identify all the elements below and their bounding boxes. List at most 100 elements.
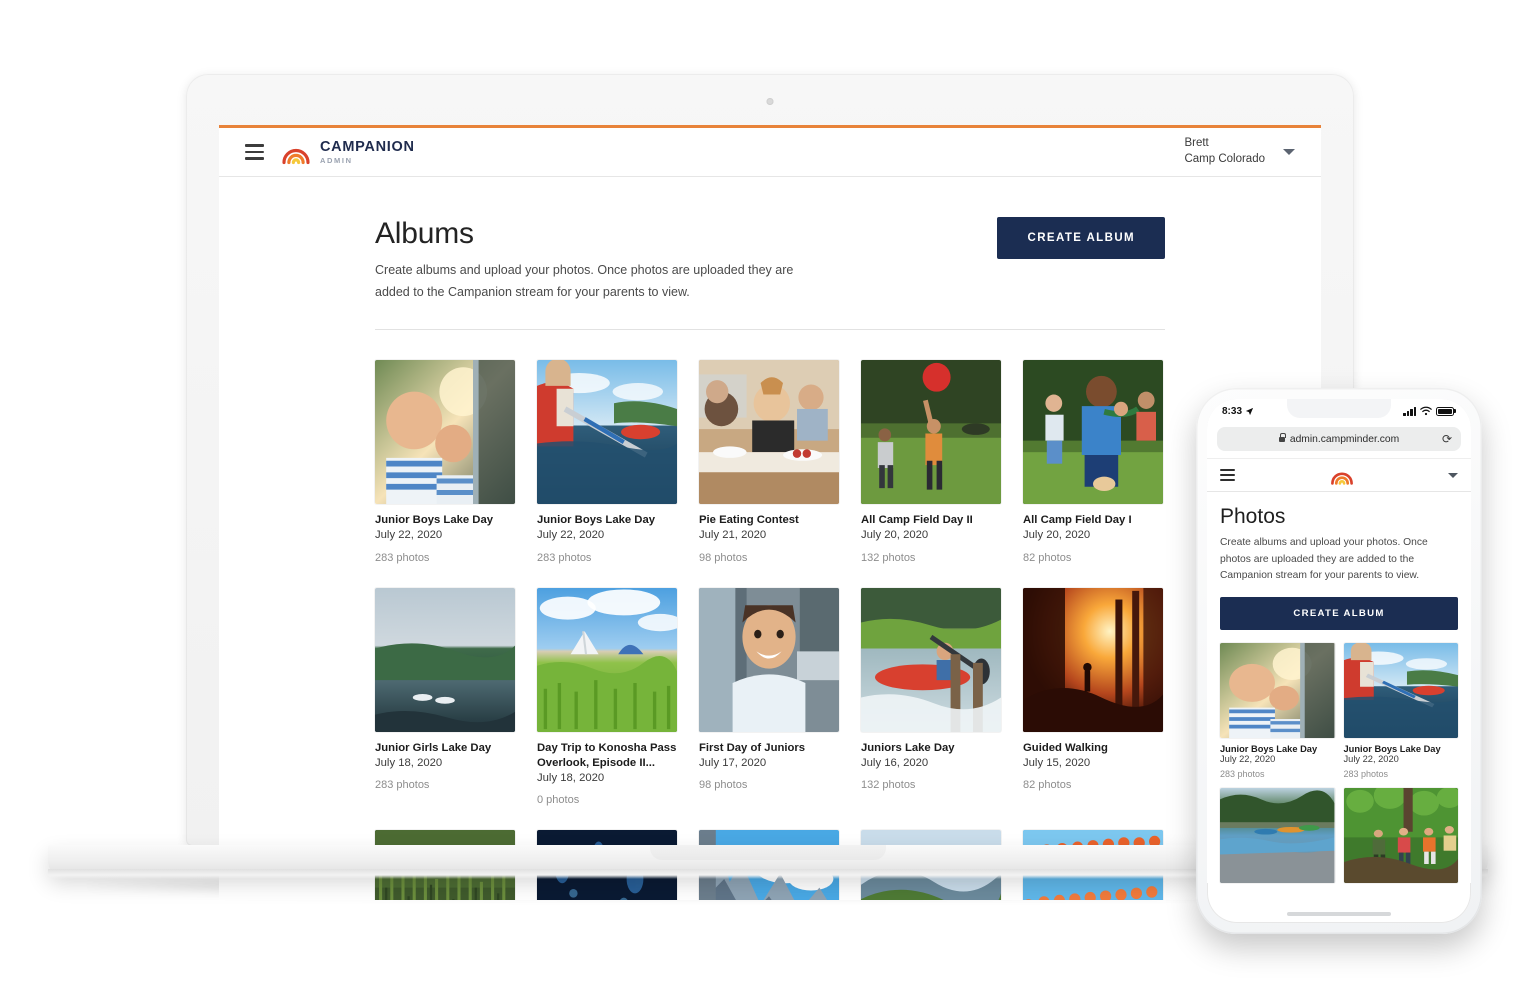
album-photo-count: 283 photos [375,551,430,564]
album-thumbnail[interactable] [1343,788,1458,884]
album-card[interactable]: First Day of Juniors July 17, 2020 98 phot… [699,587,839,807]
user-name: Brett [1184,137,1209,150]
phone-page-description: Create albums and upload your photos. On… [1220,537,1428,582]
album-thumbnail[interactable] [1023,587,1163,732]
album-title: All Camp Field Day I [1023,514,1132,526]
album-date: July 17, 2020 [699,756,767,769]
album-photo-count: 98 photos [699,551,748,564]
album-thumbnail[interactable] [1343,643,1458,739]
phone-screen: 8:33 admin.campminder.com ⟳ Photos Creat… [1207,399,1471,923]
album-thumbnail[interactable] [861,587,1001,732]
wifi-icon [1420,406,1433,416]
album-title: Junior Boys Lake Day [537,514,656,526]
phone-home-indicator [1287,912,1391,916]
album-date: July 22, 2020 [1343,754,1399,765]
album-title: Junior Boys Lake Day [375,514,494,526]
phone-address-field[interactable]: admin.campminder.com ⟳ [1217,427,1461,451]
album-title: Junior Boys Lake Day [1220,744,1318,755]
phone-albums-grid: Junior Boys Lake Day July 22, 2020 283 pho… [1207,630,1471,884]
album-card[interactable]: Junior Boys Lake Day July 22, 2020 283 pho… [537,360,677,564]
album-card[interactable]: Pie Eating Contest July 21, 2020 98 photos [699,360,839,564]
album-date: July 22, 2020 [537,528,605,541]
album-thumbnail[interactable] [1220,643,1335,739]
albums-grid: Junior Boys Lake Day July 22, 2020 283 pho… [375,330,1165,900]
phone-page-title: Photos [1220,505,1286,528]
album-card[interactable]: All Camp Field Day II July 20, 2020 132 ph… [861,360,1001,564]
album-thumbnail[interactable] [1023,360,1163,504]
album-thumbnail[interactable] [537,587,677,732]
page-header-text: Albums Create albums and upload your pho… [375,217,805,303]
navbar-right-group[interactable]: Brett Camp Colorado [1184,136,1295,167]
battery-full-icon [1436,406,1456,416]
album-card[interactable]: Day Trip to Konosha Pass Overlook, Episo… [537,587,677,806]
phone-device: 8:33 admin.campminder.com ⟳ Photos Creat… [1196,388,1482,934]
album-card[interactable]: Junior Boys Lake Day July 22, 2020 283 pho… [375,360,515,564]
phone-album-card[interactable] [1343,788,1458,884]
reload-icon[interactable]: ⟳ [1442,432,1452,446]
phone-album-card[interactable]: Junior Boys Lake Day July 22, 2020 283 pho… [1343,643,1458,780]
create-album-button[interactable]: CREATE ALBUM [997,217,1165,259]
page-description: Create albums and upload your photos. On… [375,263,794,299]
phone-notch [1287,399,1391,418]
album-thumbnail[interactable] [699,587,839,732]
brand-subtitle: ADMIN [320,155,353,165]
navbar-left-group: CAMPANION ADMIN [245,137,415,167]
album-photo-count: 283 photos [375,779,430,792]
cellular-signal-icon [1403,406,1417,416]
campanion-arch-logo-icon [282,148,310,165]
desktop-top-navbar: CAMPANION ADMIN Brett Camp Colorado [219,128,1321,177]
album-date: July 15, 2020 [1023,756,1091,769]
album-title: Day Trip to Konosha Pass Overlook, Episo… [537,741,677,769]
album-thumbnail[interactable] [375,587,515,732]
phone-album-card[interactable]: Junior Boys Lake Day July 22, 2020 283 pho… [1220,643,1335,779]
laptop-screen: CAMPANION ADMIN Brett Camp Colorado Albu… [219,125,1321,900]
album-card[interactable]: Juniors Lake Day July 16, 2020 132 photos [861,587,1001,807]
phone-create-album-button[interactable]: CREATE ALBUM [1220,597,1458,631]
hamburger-menu-icon[interactable] [1220,469,1235,481]
brand-logo[interactable]: CAMPANION ADMIN [281,137,415,167]
album-photo-count: 82 photos [1023,779,1072,792]
album-card[interactable]: Junior Girls Lake Day July 18, 2020 283 ph… [375,587,515,807]
albums-page: Albums Create albums and upload your pho… [219,177,1321,900]
page-container: Albums Create albums and upload your pho… [375,217,1165,900]
album-date: July 20, 2020 [1023,528,1091,541]
album-date: July 21, 2020 [699,528,767,541]
album-photo-count: 132 photos [861,779,916,792]
album-title: Junior Girls Lake Day [375,741,492,754]
user-account-block[interactable]: Brett Camp Colorado [1184,136,1265,167]
album-thumbnail[interactable] [537,360,677,504]
album-photo-count: 283 photos [1343,769,1389,780]
album-card[interactable]: Guided Walking July 15, 2020 82 photos [1023,587,1163,807]
album-date: July 18, 2020 [375,756,443,769]
phone-album-card[interactable] [1220,788,1335,884]
album-date: July 20, 2020 [861,528,929,541]
phone-url-bar[interactable]: admin.campminder.com ⟳ [1207,423,1471,458]
chevron-down-icon[interactable] [1448,472,1458,478]
album-title: Juniors Lake Day [861,741,955,754]
laptop-device: CAMPANION ADMIN Brett Camp Colorado Albu… [186,74,1354,900]
album-photo-count: 82 photos [1023,551,1072,564]
user-organization: Camp Colorado [1184,153,1265,165]
album-photo-count: 283 photos [537,551,592,564]
page-title: Albums [375,217,474,250]
album-thumbnail[interactable] [861,360,1001,504]
album-thumbnail[interactable] [375,360,515,504]
album-title: Pie Eating Contest [699,514,799,526]
album-thumbnail[interactable] [699,360,839,504]
album-date: July 22, 2020 [375,528,443,541]
campanion-arch-logo-icon[interactable] [1330,463,1354,487]
album-photo-count: 283 photos [1220,769,1265,780]
screenshot-stage: CAMPANION ADMIN Brett Camp Colorado Albu… [0,0,1536,986]
album-date: July 16, 2020 [861,756,929,769]
album-card[interactable]: All Camp Field Day I July 20, 2020 82 phot… [1023,360,1163,564]
phone-url-text: admin.campminder.com [1289,433,1400,445]
hamburger-menu-icon[interactable] [245,144,264,160]
location-arrow-icon [1245,407,1254,415]
album-photo-count: 132 photos [861,551,916,564]
album-thumbnail[interactable] [1220,788,1335,884]
phone-navbar [1207,458,1471,492]
chevron-down-icon[interactable] [1283,149,1295,155]
album-photo-count: 98 photos [699,779,748,792]
album-date: July 18, 2020 [537,771,605,784]
laptop-camera-icon [766,98,774,105]
